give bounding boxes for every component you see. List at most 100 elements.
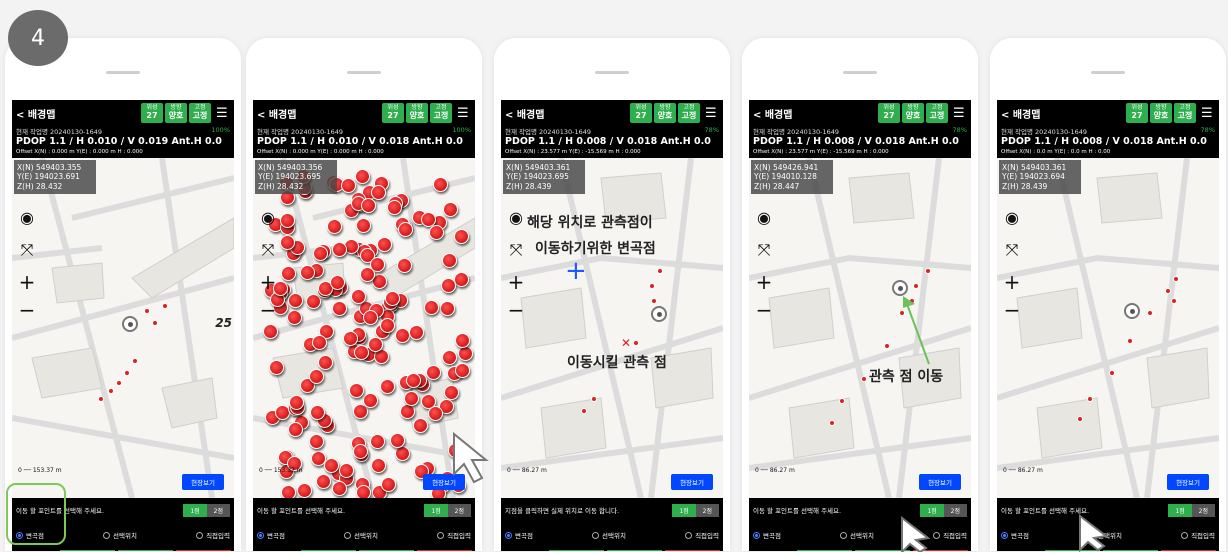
survey-point[interactable]	[108, 388, 114, 394]
radio-direct-input[interactable]: 직접입력	[685, 526, 719, 544]
survey-point-cluster-dot[interactable]	[351, 289, 366, 304]
survey-point-cluster-dot[interactable]	[360, 267, 375, 282]
radio-inflection[interactable]: 변곡점	[753, 526, 781, 544]
survey-point-cluster-dot[interactable]	[455, 333, 470, 348]
zoom-out-icon[interactable]: −	[259, 298, 277, 322]
survey-point[interactable]	[116, 380, 122, 386]
radio-select-position[interactable]: 선택위치	[592, 526, 626, 544]
locate-icon[interactable]: ◉	[18, 208, 36, 227]
menu-icon[interactable]: ☰	[457, 106, 471, 121]
survey-point-cluster-dot[interactable]	[343, 331, 358, 346]
radio-select-position[interactable]: 선택위치	[840, 526, 874, 544]
radio-direct-input[interactable]: 직접입력	[437, 526, 471, 544]
survey-point[interactable]	[98, 396, 104, 402]
survey-point-cluster-dot[interactable]	[454, 272, 469, 287]
survey-point-cluster-dot[interactable]	[380, 379, 395, 394]
menu-icon[interactable]: ☰	[216, 106, 230, 121]
survey-point-cluster-dot[interactable]	[454, 229, 469, 244]
survey-point[interactable]	[591, 396, 597, 402]
survey-point[interactable]	[1109, 370, 1115, 376]
survey-point-cluster-dot[interactable]	[426, 365, 441, 380]
zoom-out-icon[interactable]: −	[1003, 298, 1021, 322]
status-button[interactable]: 방향 양호	[902, 103, 924, 123]
locate-icon[interactable]: ◉	[507, 208, 525, 227]
survey-point-cluster-dot[interactable]	[330, 275, 345, 290]
status-button[interactable]: 고정 고정	[189, 103, 211, 123]
locate-icon[interactable]: ◉	[1003, 208, 1021, 227]
survey-point-cluster-dot[interactable]	[356, 218, 371, 233]
survey-point-cluster-dot[interactable]	[380, 318, 395, 333]
survey-point[interactable]	[144, 308, 150, 314]
toggle-one-point[interactable]: 1점	[424, 503, 448, 517]
status-button[interactable]: 방향 양호	[165, 103, 187, 123]
radio-direct-input[interactable]: 직접입력	[196, 526, 230, 544]
survey-point-cluster-dot[interactable]	[443, 202, 458, 217]
survey-point[interactable]	[925, 268, 931, 274]
survey-point[interactable]	[124, 370, 130, 376]
survey-point-cluster-dot[interactable]	[309, 369, 324, 384]
field-view-button[interactable]: 현장보기	[1167, 474, 1209, 490]
menu-icon[interactable]: ☰	[1201, 106, 1215, 121]
locate-icon[interactable]: ◉	[755, 208, 773, 227]
sheet-handle[interactable]	[1091, 71, 1125, 74]
radio-direct-input[interactable]: 직접입력	[1181, 526, 1215, 544]
survey-point-cluster-dot[interactable]	[280, 213, 295, 228]
status-button[interactable]: 위성 27	[630, 103, 652, 123]
back-button[interactable]: < 배경맵	[1001, 106, 1124, 121]
survey-point-cluster-dot[interactable]	[442, 253, 457, 268]
survey-point-cluster-dot[interactable]	[332, 301, 347, 316]
survey-point[interactable]	[829, 420, 835, 426]
toggle-one-point[interactable]: 1점	[1168, 503, 1192, 517]
survey-point[interactable]	[651, 298, 657, 304]
radio-inflection[interactable]: 변곡점	[257, 526, 285, 544]
zoom-in-icon[interactable]: +	[755, 270, 773, 294]
status-button[interactable]: 위성 27	[382, 103, 404, 123]
point-mode-toggle[interactable]: 1점 2점	[672, 503, 719, 517]
radio-select-position[interactable]: 선택위치	[103, 526, 137, 544]
survey-point-cluster-dot[interactable]	[339, 463, 354, 478]
point-mode-toggle[interactable]: 1점 2점	[424, 503, 471, 517]
locate-icon[interactable]: ◉	[259, 208, 277, 227]
survey-point-cluster-dot[interactable]	[353, 444, 368, 459]
survey-point-cluster-dot[interactable]	[288, 422, 303, 437]
map-view[interactable]: X(N) 549403.356 Y(E) 194023.695 Z(H) 28.43…	[253, 158, 475, 498]
zoom-out-icon[interactable]: −	[755, 298, 773, 322]
survey-point[interactable]	[657, 268, 663, 274]
zoom-out-icon[interactable]: −	[18, 298, 36, 322]
survey-point[interactable]	[861, 376, 867, 382]
status-button[interactable]: 고정 고정	[678, 103, 700, 123]
survey-point-cluster-dot[interactable]	[316, 474, 331, 489]
survey-point-cluster-dot[interactable]	[263, 324, 278, 339]
survey-point[interactable]	[1077, 416, 1083, 422]
toggle-two-point[interactable]: 2점	[695, 503, 719, 517]
zoom-in-icon[interactable]: +	[1003, 270, 1021, 294]
field-view-button[interactable]: 현장보기	[671, 474, 713, 490]
survey-point-cluster-dot[interactable]	[371, 185, 386, 200]
survey-point-cluster-dot[interactable]	[288, 293, 303, 308]
fullscreen-icon[interactable]: ⤧	[18, 240, 36, 260]
survey-point-cluster-dot[interactable]	[395, 328, 410, 343]
status-button[interactable]: 방향 양호	[654, 103, 676, 123]
survey-point-cluster-dot[interactable]	[287, 310, 302, 325]
radio-inflection[interactable]: 변곡점	[1001, 526, 1029, 544]
survey-point-cluster-dot[interactable]	[341, 178, 356, 193]
survey-point[interactable]	[1165, 288, 1171, 294]
survey-point-cluster-dot[interactable]	[377, 237, 392, 252]
fullscreen-icon[interactable]: ⤧	[507, 240, 525, 260]
toggle-two-point[interactable]: 2점	[943, 503, 967, 517]
menu-icon[interactable]: ☰	[705, 106, 719, 121]
survey-point-cluster-dot[interactable]	[429, 225, 444, 240]
survey-point-cluster-dot[interactable]	[332, 242, 347, 257]
toggle-one-point[interactable]: 1점	[183, 503, 207, 517]
survey-point-cluster-dot[interactable]	[310, 405, 325, 420]
status-button[interactable]: 위성 27	[1126, 103, 1148, 123]
survey-point-cluster-dot[interactable]	[368, 337, 383, 352]
back-button[interactable]: < 배경맵	[505, 106, 628, 121]
survey-point-cluster-dot[interactable]	[424, 300, 439, 315]
back-button[interactable]: < 배경맵	[16, 106, 139, 121]
survey-point-cluster-dot[interactable]	[324, 458, 339, 473]
sheet-handle[interactable]	[843, 71, 877, 74]
survey-point-cluster-dot[interactable]	[400, 404, 415, 419]
status-button[interactable]: 고정 고정	[430, 103, 452, 123]
survey-point-cluster-dot[interactable]	[313, 246, 328, 261]
